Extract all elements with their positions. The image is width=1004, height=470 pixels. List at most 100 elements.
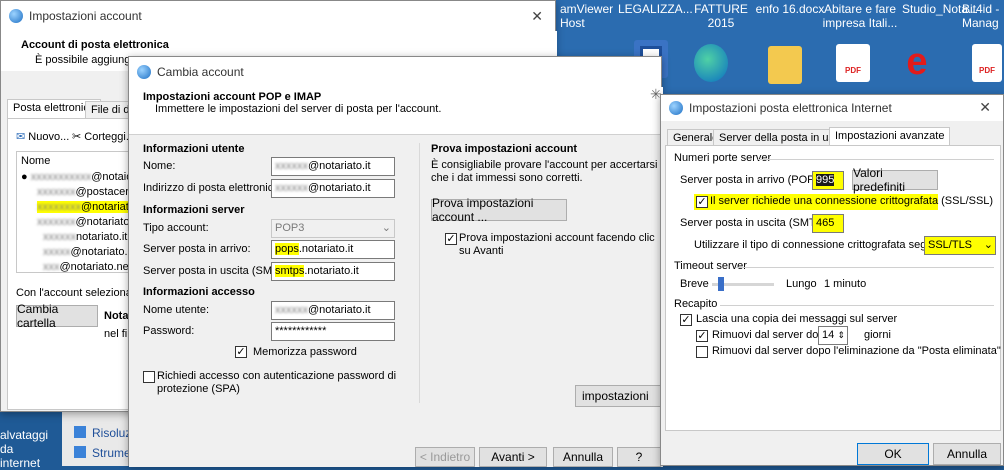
remove-after-checkbox[interactable]: ✓ [696,330,708,342]
desktop-icon-label-abitare[interactable]: Abitare e fare impresa Itali... [818,2,902,30]
header-subtitle: Immettere le impostazioni del server di … [155,103,442,115]
remove-days-stepper[interactable]: 14 ⇕ [818,326,848,345]
desktop-icon-label-bit4id[interactable]: Bit4id - Manag [962,2,1004,30]
change-account-titlebar: Cambia account [129,57,661,87]
list-item[interactable]: xxx@notariato.net [43,261,132,273]
remove-deleted-checkbox[interactable] [696,346,708,358]
incoming-server-input[interactable]: pops.notariato.it [271,240,395,259]
days-label: giorni [864,329,891,341]
list-item[interactable]: xxxxxxnotariato.it [43,231,127,243]
repair-button[interactable]: ✂ Corteggi... [72,130,135,143]
incoming-prefix: pops [275,243,299,255]
risoluzi-icon [74,426,86,438]
close-icon[interactable]: ✕ [531,8,543,25]
divider [419,143,420,403]
remember-password-checkbox[interactable]: ✓ [235,346,247,358]
change-account-window: Cambia account Impostazioni account POP … [128,56,663,467]
timeout-slider-thumb[interactable] [718,277,724,291]
ok-button[interactable]: OK [857,443,929,465]
outlook-icon [137,65,151,79]
account-heading: Account di posta elettronica [21,39,169,51]
tab-advanced[interactable]: Impostazioni avanzate [829,127,951,147]
internet-settings-window: Impostazioni posta elettronica Internet … [660,94,1004,466]
encryption-label: Utilizzare il tipo di connessione critto… [694,239,957,251]
next-button[interactable]: Avanti > [479,447,547,467]
list-item[interactable]: xxxxxxx@postacerti [37,186,134,198]
account-type-select: POP3 ⌄ [271,219,395,238]
change-folder-button[interactable]: Cambia cartella [16,302,98,330]
cancel-button[interactable]: Annulla [933,443,1001,465]
e-app-icon[interactable]: e [900,43,934,82]
desktop-icon-label-fatture[interactable]: FATTURE 2015 [680,2,762,30]
edge-icon[interactable] [694,44,728,82]
username-label: Nome utente: [143,304,210,316]
desktop-icon-label-enfo[interactable]: enfo 16.docx [752,2,828,16]
list-item[interactable]: xxxxx@notariato.it [43,246,133,258]
name-input[interactable]: xxxxxx@notariato.it [271,157,395,176]
smtp-port-label: Server posta in uscita (SMTP): [680,217,830,229]
spa-checkbox[interactable] [143,371,155,383]
close-icon[interactable]: ✕ [979,99,991,116]
remove-deleted-label: Rimuovi dal server dopo l'eliminazione d… [712,345,1001,357]
pop3-port-input[interactable]: 995 [812,171,844,190]
remove-days-value: 14 [822,329,835,341]
selected-account-text: Con l'account selezionato i [16,287,147,299]
pop3-port-value: 995 [816,174,835,186]
more-settings-button[interactable]: Altre impostazioni ... [575,385,663,407]
name-label: Nome: [143,160,176,172]
new-account-button[interactable]: ✉ Nuovo... [16,130,69,143]
test-section: Prova impostazioni account [431,143,578,155]
incoming-domain: .notariato.it [298,243,354,255]
list-header-name[interactable]: Nome [21,155,50,167]
username-input[interactable]: xxxxxx@notariato.it [271,301,395,320]
outgoing-server-input[interactable]: smtps.notariato.it [271,262,395,281]
leave-copy-checkbox[interactable]: ✓ [680,314,692,326]
encryption-select[interactable]: SSL/TLS ⌄ [924,236,996,255]
new-label: Nuovo... [28,131,70,143]
list-item[interactable]: ● xxxxxxxxxxx@notaio [21,171,132,183]
desktop-icon-label-studio[interactable]: Studio_Nota... [902,2,978,16]
timeout-short-label: Breve [680,278,709,290]
email-label: Indirizzo di posta elettronica: [143,182,283,194]
ssl-required-checkbox[interactable]: ✓ [696,196,708,208]
remember-password-label: Memorizza password [253,346,357,358]
account-type-label: Tipo account: [143,222,209,234]
pdf-icon[interactable]: PDF [836,44,870,82]
account-settings-titlebar: Impostazioni account ✕ [1,1,555,31]
outlook-icon [669,101,683,115]
test-settings-button[interactable]: Prova impostazioni account ... [431,196,567,224]
stepper-arrows-icon[interactable]: ⇕ [837,327,845,344]
ssl-required-label: Il server richiede una connessione critt… [710,195,994,207]
outgoing-prefix: smtps [275,265,305,277]
test-description: È consigliabile provare l'account per ac… [431,159,658,184]
window-title: Impostazioni account [29,9,142,23]
change-header: Impostazioni account POP e IMAP Immetter… [129,87,663,135]
window-title: Impostazioni posta elettronica Internet [689,101,892,115]
password-label: Password: [143,325,195,337]
leave-copy-label: Lascia una copia dei messaggi sul server [696,313,898,325]
login-info-section: Informazioni accesso [143,286,255,298]
auto-test-checkbox[interactable]: ✓ [445,233,457,245]
account-address: @notaio [91,171,133,183]
internet-settings-titlebar: Impostazioni posta elettronica Internet … [661,95,1003,121]
folder-icon[interactable] [768,46,802,84]
pdf-icon-2[interactable]: PDF [972,44,1002,82]
encryption-value: SSL/TLS [928,239,973,251]
accounts-list: Nome ● xxxxxxxxxxx@notaio xxxxxxx@postac… [16,151,144,273]
desktop-icon-label-teamviewer[interactable]: amViewer Host [560,2,620,30]
strumen-icon [74,446,86,458]
help-button[interactable]: ? [617,447,661,467]
tab-strip: Generale Server della posta in uscita Im… [665,127,1001,147]
repair-icon: ✂ [72,131,85,143]
desktop-icon-label-salvataggi[interactable]: alvataggi da internet [0,428,60,470]
cancel-button[interactable]: Annulla [553,447,613,467]
defaults-button[interactable]: Valori predefiniti [852,166,938,194]
back-button[interactable]: < Indietro [415,447,475,467]
account-address: @notariato.it [70,246,134,258]
email-input[interactable]: xxxxxx@notariato.it [271,179,395,198]
list-item[interactable]: xxxxxxx@notariato.it [37,216,138,228]
smtp-port-input[interactable]: 465 [812,214,844,233]
email-value: @notariato.it [308,182,371,194]
password-input[interactable]: ************ [271,322,395,341]
spa-label: Richiedi accesso con autenticazione pass… [157,370,397,395]
